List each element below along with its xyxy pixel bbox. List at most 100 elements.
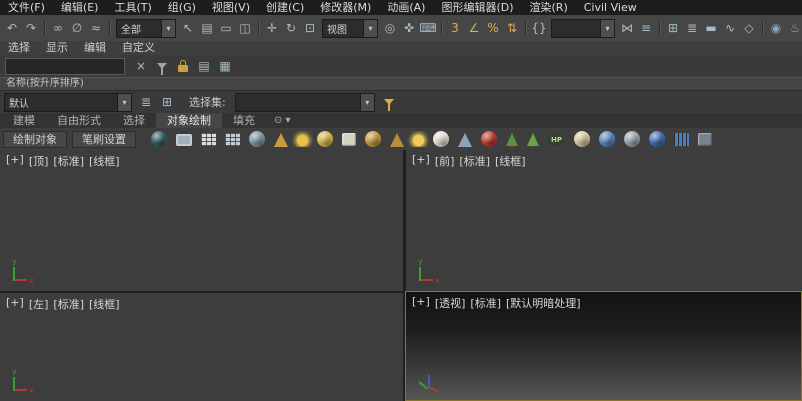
ribbon-config-icon[interactable]: ⊙ ▾ (266, 115, 299, 126)
use-pivot-point-icon[interactable]: ◎ (381, 18, 399, 38)
name-column-header[interactable]: 名称(按升序排序) (0, 77, 802, 91)
hp-label-icon[interactable]: HP (548, 134, 565, 146)
lock-icon[interactable] (174, 57, 192, 75)
blue-pearl-icon[interactable] (599, 131, 615, 147)
viewport-left[interactable]: [+] [左] [标准] [线框] xy (0, 293, 403, 401)
chevron-down-icon[interactable]: ▾ (161, 19, 175, 37)
bright-sun-icon[interactable] (413, 135, 424, 146)
gold-spheres-icon[interactable] (317, 131, 333, 147)
viewport-style-label[interactable]: [标准] (470, 295, 501, 311)
selection-region-icon[interactable]: ▭ (217, 18, 235, 38)
menubar-item-4[interactable]: 组(G) (160, 0, 204, 15)
explorer-menu-1[interactable]: 选择 (0, 41, 38, 55)
select-and-scale-icon[interactable]: ⊡ (301, 18, 319, 38)
bar-chart-icon[interactable] (674, 133, 689, 146)
named-selection-sets-dropdown[interactable]: ▾ (551, 18, 615, 38)
chevron-down-icon[interactable]: ▾ (359, 93, 374, 111)
angle-snap-icon[interactable]: ∠ (465, 18, 483, 38)
toggle-scene-explorer-icon[interactable]: ⊞ (664, 18, 682, 38)
red-sphere-icon[interactable] (481, 131, 497, 147)
clear-search-icon[interactable]: × (132, 56, 150, 76)
curve-editor-icon[interactable]: ∿ (721, 18, 739, 38)
menubar-item-6[interactable]: 创建(C) (258, 0, 312, 15)
paint-dark-sphere-icon[interactable] (151, 131, 167, 147)
ribbon-tab-2[interactable]: 自由形式 (46, 113, 112, 128)
undo-icon[interactable]: ↶ (3, 18, 21, 38)
select-object-icon[interactable]: ↖ (179, 18, 197, 38)
keyboard-override-icon[interactable]: ⌨ (419, 18, 437, 38)
chevron-down-icon[interactable]: ▾ (363, 19, 377, 37)
viewport-shading-label[interactable]: [线框] (495, 153, 526, 169)
viewport-menu-icon[interactable]: [+] (6, 153, 24, 169)
menubar-item-10[interactable]: 渲染(R) (522, 0, 576, 15)
ribbon-tab-4[interactable]: 对象绘制 (156, 113, 222, 128)
mirror-icon[interactable]: ⋈ (618, 18, 636, 38)
percent-snap-icon[interactable]: % (484, 18, 502, 38)
toggle-layer-explorer-icon[interactable]: ≣ (683, 18, 701, 38)
viewport-shading-label[interactable]: [线框] (89, 296, 120, 312)
viewport-shading-label[interactable]: [默认明暗处理] (506, 295, 581, 311)
gold-cone-icon[interactable] (390, 132, 404, 147)
select-and-move-icon[interactable]: ✛ (263, 18, 281, 38)
list-view-icon[interactable]: ▦ (216, 56, 234, 76)
search-input[interactable] (5, 57, 125, 75)
explorer-menu-3[interactable]: 编辑 (76, 41, 114, 55)
redo-icon[interactable]: ↷ (22, 18, 40, 38)
gold-sphere-icon[interactable] (365, 131, 381, 147)
menubar-item-5[interactable]: 视图(V) (204, 0, 258, 15)
menubar-item-2[interactable]: 编辑(E) (53, 0, 107, 15)
brush-settings-button[interactable]: 笔刷设置 (72, 130, 136, 148)
viewport-pov-label[interactable]: [顶] (29, 153, 49, 169)
viewport-menu-icon[interactable]: [+] (412, 295, 430, 311)
explorer-menu-2[interactable]: 显示 (38, 41, 76, 55)
clipped-icon[interactable] (698, 133, 712, 146)
shell-icon[interactable] (574, 131, 590, 147)
paint-sphere-icon[interactable] (249, 131, 265, 147)
align-icon[interactable]: ≡ (637, 18, 655, 38)
grid-view-icon[interactable]: ⊞ (158, 92, 176, 112)
viewport-perspective-active[interactable]: [+] [透视] [标准] [默认明暗处理] (405, 291, 802, 401)
explorer-menu-4[interactable]: 自定义 (114, 41, 163, 55)
menubar-item-7[interactable]: 修改器(M) (312, 0, 379, 15)
viewport-style-label[interactable]: [标准] (459, 153, 490, 169)
chevron-down-icon[interactable]: ▾ (600, 19, 614, 37)
render-setup-icon[interactable]: ♨ (786, 18, 802, 38)
gem-cluster-icon[interactable] (458, 132, 472, 147)
reference-coordinate-dropdown[interactable]: 视图 ▾ (322, 18, 378, 38)
select-and-link-icon[interactable]: ∞ (49, 18, 67, 38)
selection-set-dropdown[interactable]: ▾ (234, 92, 375, 112)
spinner-snap-icon[interactable]: ⇅ (503, 18, 521, 38)
window-crossing-icon[interactable]: ◫ (236, 18, 254, 38)
menubar-item-3[interactable]: 工具(T) (106, 0, 159, 15)
schematic-view-icon[interactable]: ◇ (740, 18, 758, 38)
viewport-menu-icon[interactable]: [+] (412, 153, 430, 169)
ribbon-tab-3[interactable]: 选择 (112, 113, 156, 128)
data-table-icon[interactable] (201, 133, 216, 146)
grass-icon[interactable] (527, 133, 539, 147)
viewport-top[interactable]: [+] [顶] [标准] [线框] xy (0, 150, 403, 291)
material-editor-icon[interactable]: ◉ (767, 18, 785, 38)
viewport-pov-label[interactable]: [透视] (435, 295, 466, 311)
menubar-item-8[interactable]: 动画(A) (379, 0, 433, 15)
chevron-down-icon[interactable]: ▾ (117, 93, 131, 111)
viewport-pov-label[interactable]: [前] (435, 153, 455, 169)
select-and-rotate-icon[interactable]: ↻ (282, 18, 300, 38)
snap-toggle-icon[interactable]: 3 (446, 18, 464, 38)
sun-icon[interactable] (297, 135, 308, 146)
ribbon-tab-1[interactable]: 建模 (2, 113, 46, 128)
viewport-front[interactable]: [+] [前] [标准] [线框] xy (406, 150, 802, 291)
cylinder-icon[interactable] (342, 133, 356, 146)
blue-sphere-icon[interactable] (649, 131, 665, 147)
foliage-icon[interactable] (506, 133, 518, 147)
monitor-icon[interactable] (176, 134, 192, 146)
unlink-selection-icon[interactable]: ∅ (68, 18, 86, 38)
hierarchy-view-icon[interactable]: ▤ (195, 56, 213, 76)
layer-list-icon[interactable]: ≣ (137, 92, 155, 112)
viewport-shading-label[interactable]: [线框] (89, 153, 120, 169)
ribbon-tab-5[interactable]: 填充 (222, 113, 266, 128)
bind-to-space-warp-icon[interactable]: ≈ (87, 18, 105, 38)
preset-dropdown[interactable]: 默认 ▾ (4, 92, 132, 112)
select-and-manipulate-icon[interactable]: ✜ (400, 18, 418, 38)
pearl-icon[interactable] (433, 131, 449, 147)
filter-funnel-icon[interactable] (153, 57, 171, 75)
